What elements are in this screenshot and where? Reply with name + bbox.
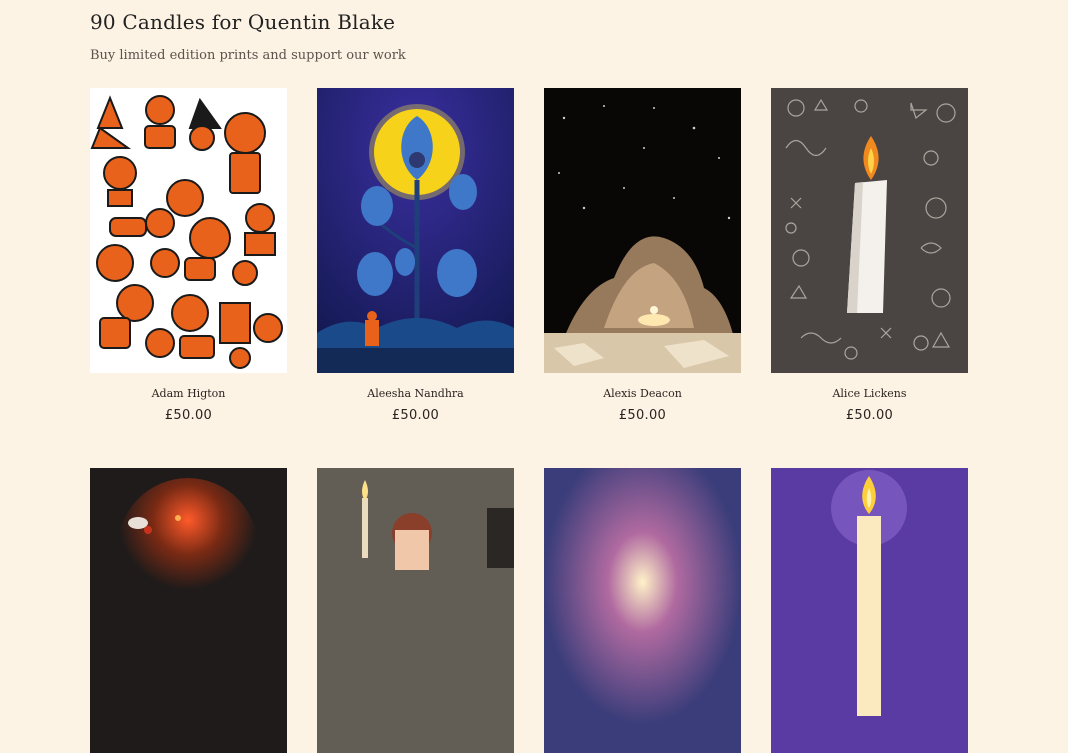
product-card[interactable]: Aleesha Nandhra £50.00 xyxy=(317,88,514,423)
page-title: 90 Candles for Quentin Blake xyxy=(90,10,396,34)
candle-night-sky-illustration xyxy=(544,88,741,373)
product-image-link[interactable] xyxy=(544,468,741,753)
product-artist[interactable]: Alexis Deacon xyxy=(544,387,741,400)
blue-glow-painting xyxy=(544,468,741,753)
product-image-link[interactable] xyxy=(317,468,514,753)
product-card[interactable]: Adam Higton £50.00 xyxy=(90,88,287,423)
product-artist[interactable]: Alice Lickens xyxy=(771,387,968,400)
product-image-link[interactable] xyxy=(90,468,287,753)
purple-candle-illustration xyxy=(771,468,968,753)
product-price: £50.00 xyxy=(391,408,440,423)
product-image-link[interactable] xyxy=(317,88,514,373)
product-image-link[interactable] xyxy=(90,88,287,373)
product-card[interactable]: Alice Lickens £50.00 xyxy=(771,88,968,423)
product-image-link[interactable] xyxy=(771,468,968,753)
page: 90 Candles for Quentin Blake Buy limited… xyxy=(0,0,1068,753)
product-artist[interactable]: Adam Higton xyxy=(90,387,287,400)
candle-reader-illustration xyxy=(317,468,514,753)
product-price: £50.00 xyxy=(845,408,894,423)
white-candle-doodles-illustration xyxy=(771,88,968,373)
orange-characters-illustration xyxy=(90,88,287,373)
product-card[interactable] xyxy=(317,468,514,753)
page-subtitle: Buy limited edition prints and support o… xyxy=(90,48,406,63)
product-artist[interactable]: Aleesha Nandhra xyxy=(317,387,514,400)
product-price: £50.00 xyxy=(618,408,667,423)
firefly-glow-illustration xyxy=(90,468,287,753)
product-price: £50.00 xyxy=(164,408,213,423)
product-card[interactable] xyxy=(544,468,741,753)
moon-owl-tree-illustration xyxy=(317,88,514,373)
product-card[interactable]: Alexis Deacon £50.00 xyxy=(544,88,741,423)
product-card[interactable] xyxy=(90,468,287,753)
product-card[interactable] xyxy=(771,468,968,753)
product-image-link[interactable] xyxy=(771,88,968,373)
product-image-link[interactable] xyxy=(544,88,741,373)
